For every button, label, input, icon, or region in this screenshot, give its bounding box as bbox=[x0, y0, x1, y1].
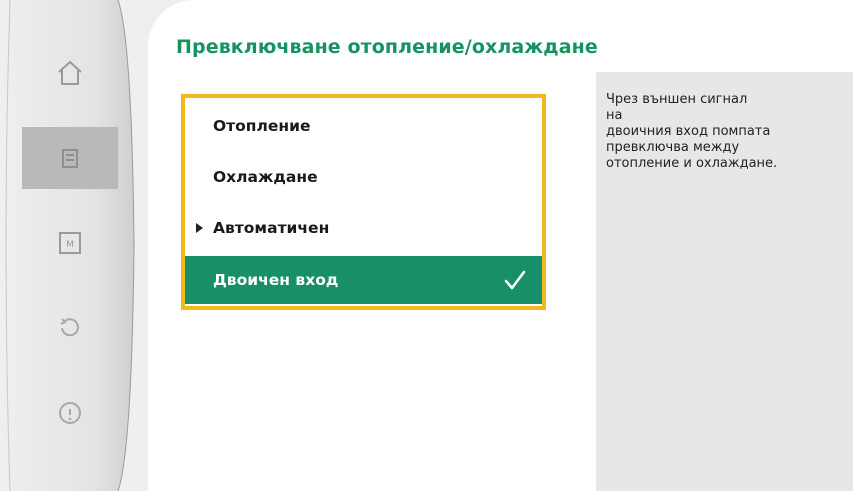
help-text: Чрез външен сигнал на двоичния вход помп… bbox=[606, 92, 778, 171]
nav-diagnostics-button[interactable]: M bbox=[22, 212, 118, 274]
checkmark-icon bbox=[504, 270, 526, 290]
help-panel: Чрез външен сигнал на двоичния вход помп… bbox=[596, 72, 853, 491]
display-screen: Превключване отопление/охлаждане Отоплен… bbox=[148, 0, 853, 491]
option-binary-input[interactable]: Двоичен вход bbox=[185, 256, 542, 304]
home-icon bbox=[58, 60, 82, 85]
help-icon bbox=[59, 402, 81, 424]
option-automatic[interactable]: Автоматичен bbox=[185, 204, 542, 252]
option-label: Двоичен вход bbox=[213, 271, 339, 289]
option-label: Автоматичен bbox=[213, 219, 330, 237]
restore-icon bbox=[60, 318, 79, 337]
nav-help-button[interactable] bbox=[22, 382, 118, 444]
options-list: Отопление Охлаждане Автоматичен Двоичен … bbox=[181, 94, 546, 310]
option-cooling[interactable]: Охлаждане bbox=[185, 153, 542, 201]
diagnostics-icon: M bbox=[59, 232, 81, 254]
svg-text:M: M bbox=[66, 240, 74, 250]
settings-icon bbox=[62, 149, 78, 168]
option-heating[interactable]: Отопление bbox=[185, 102, 542, 150]
nav-restore-button[interactable] bbox=[22, 297, 118, 359]
current-setting-pointer-icon bbox=[196, 223, 203, 233]
page-title: Превключване отопление/охлаждане bbox=[176, 36, 598, 58]
navigation-rail: M bbox=[0, 0, 170, 491]
option-label: Отопление bbox=[213, 117, 311, 135]
option-label: Охлаждане bbox=[213, 168, 318, 186]
nav-settings-button[interactable] bbox=[22, 127, 118, 189]
nav-home-button[interactable] bbox=[22, 42, 118, 104]
